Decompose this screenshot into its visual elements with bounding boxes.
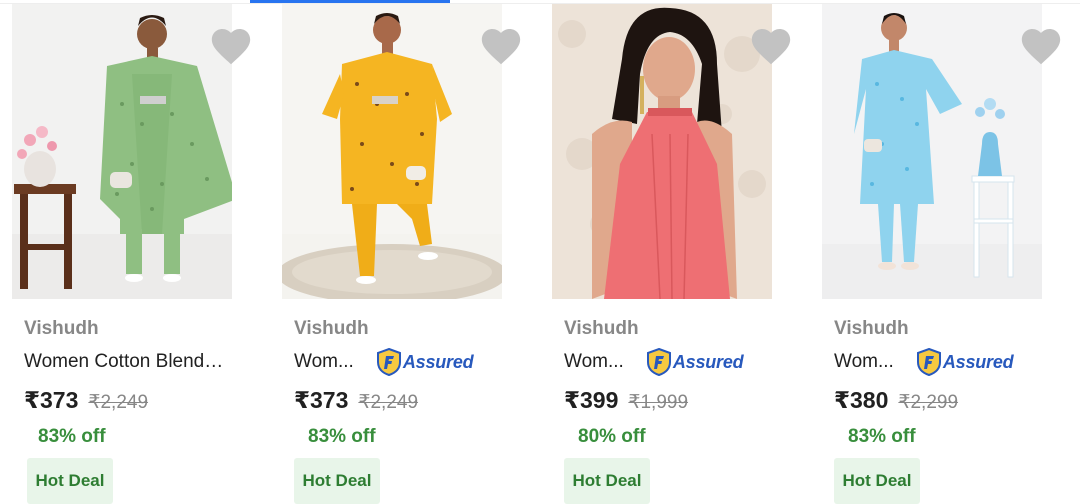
hot-deal-badge: Hot Deal [564, 458, 650, 504]
assured-label: Assured [672, 351, 744, 372]
price-row: ₹380 ₹2,299 [834, 387, 1064, 417]
product-image[interactable] [822, 4, 1042, 299]
wishlist-heart-icon[interactable] [208, 24, 254, 70]
product-title[interactable]: Women Printed Kaftan Kurta Set [834, 345, 878, 379]
original-price: ₹2,249 [88, 392, 149, 413]
wishlist-heart-icon[interactable] [478, 24, 524, 70]
product-info: Vishudh Women Halter Neck Top ... Assure… [564, 316, 794, 450]
selling-price: ₹399 [564, 387, 619, 413]
selling-price: ₹373 [24, 387, 79, 413]
brand-name: Vishudh [564, 318, 639, 339]
discount-label: 80% off [578, 426, 646, 447]
original-price: ₹2,249 [358, 392, 419, 413]
brand-name: Vishudh [834, 318, 909, 339]
hot-deal-badge: Hot Deal [27, 458, 113, 504]
product-card[interactable]: Vishudh Women Halter Neck Top ... Assure… [550, 0, 800, 504]
product-title[interactable]: Women Printed Kaftan Kurta Set [294, 345, 338, 379]
discount-label: 83% off [848, 426, 916, 447]
discount-label: 83% off [308, 426, 376, 447]
wishlist-heart-icon[interactable] [748, 24, 794, 70]
original-price: ₹2,299 [898, 392, 959, 413]
product-image[interactable] [552, 4, 772, 299]
selling-price: ₹380 [834, 387, 889, 413]
hot-deal-badge: Hot Deal [294, 458, 380, 504]
brand-name: Vishudh [294, 318, 369, 339]
product-card[interactable]: Vishudh Women Printed Kaftan Kurta Set .… [280, 0, 530, 504]
product-title[interactable]: Women Halter Neck Top [564, 345, 608, 379]
title-row: Women Halter Neck Top ... Assured [564, 345, 794, 379]
f-assured-badge: Assured [916, 347, 1014, 377]
title-row: Women Printed Kaftan Kurta Set ... Assur… [294, 345, 524, 379]
brand-name: Vishudh [24, 318, 99, 339]
product-image[interactable] [12, 4, 232, 299]
product-info: Vishudh Women Printed Kaftan Kurta Set .… [834, 316, 1064, 450]
product-image[interactable] [282, 4, 502, 299]
product-card[interactable]: Vishudh Women Printed Kaftan Kurta Set .… [820, 0, 1070, 504]
f-assured-shield-icon [376, 348, 401, 376]
title-row: Women Cotton Blend Printed Kaftan Kurta … [24, 345, 254, 379]
selling-price: ₹373 [294, 387, 349, 413]
product-info: Vishudh Women Cotton Blend Printed Kafta… [24, 316, 254, 450]
f-assured-badge: Assured [646, 347, 744, 377]
title-ellipsis: ... [608, 351, 624, 372]
price-row: ₹373 ₹2,249 [294, 387, 524, 417]
discount-label: 83% off [38, 426, 106, 447]
title-ellipsis: ... [338, 351, 354, 372]
price-row: ₹399 ₹1,999 [564, 387, 794, 417]
price-row: ₹373 ₹2,249 [24, 387, 254, 417]
f-assured-shield-icon [646, 348, 671, 376]
product-title[interactable]: Women Cotton Blend Printed Kaftan Kurta … [24, 345, 224, 379]
wishlist-heart-icon[interactable] [1018, 24, 1064, 70]
assured-label: Assured [402, 351, 474, 372]
title-ellipsis: ... [878, 351, 894, 372]
f-assured-shield-icon [916, 348, 941, 376]
product-grid: Vishudh Women Cotton Blend Printed Kafta… [0, 0, 1080, 504]
title-row: Women Printed Kaftan Kurta Set ... Assur… [834, 345, 1064, 379]
product-card[interactable]: Vishudh Women Cotton Blend Printed Kafta… [10, 0, 260, 504]
f-assured-badge: Assured [376, 347, 474, 377]
original-price: ₹1,999 [628, 392, 689, 413]
product-info: Vishudh Women Printed Kaftan Kurta Set .… [294, 316, 524, 450]
hot-deal-badge: Hot Deal [834, 458, 920, 504]
assured-label: Assured [942, 351, 1014, 372]
